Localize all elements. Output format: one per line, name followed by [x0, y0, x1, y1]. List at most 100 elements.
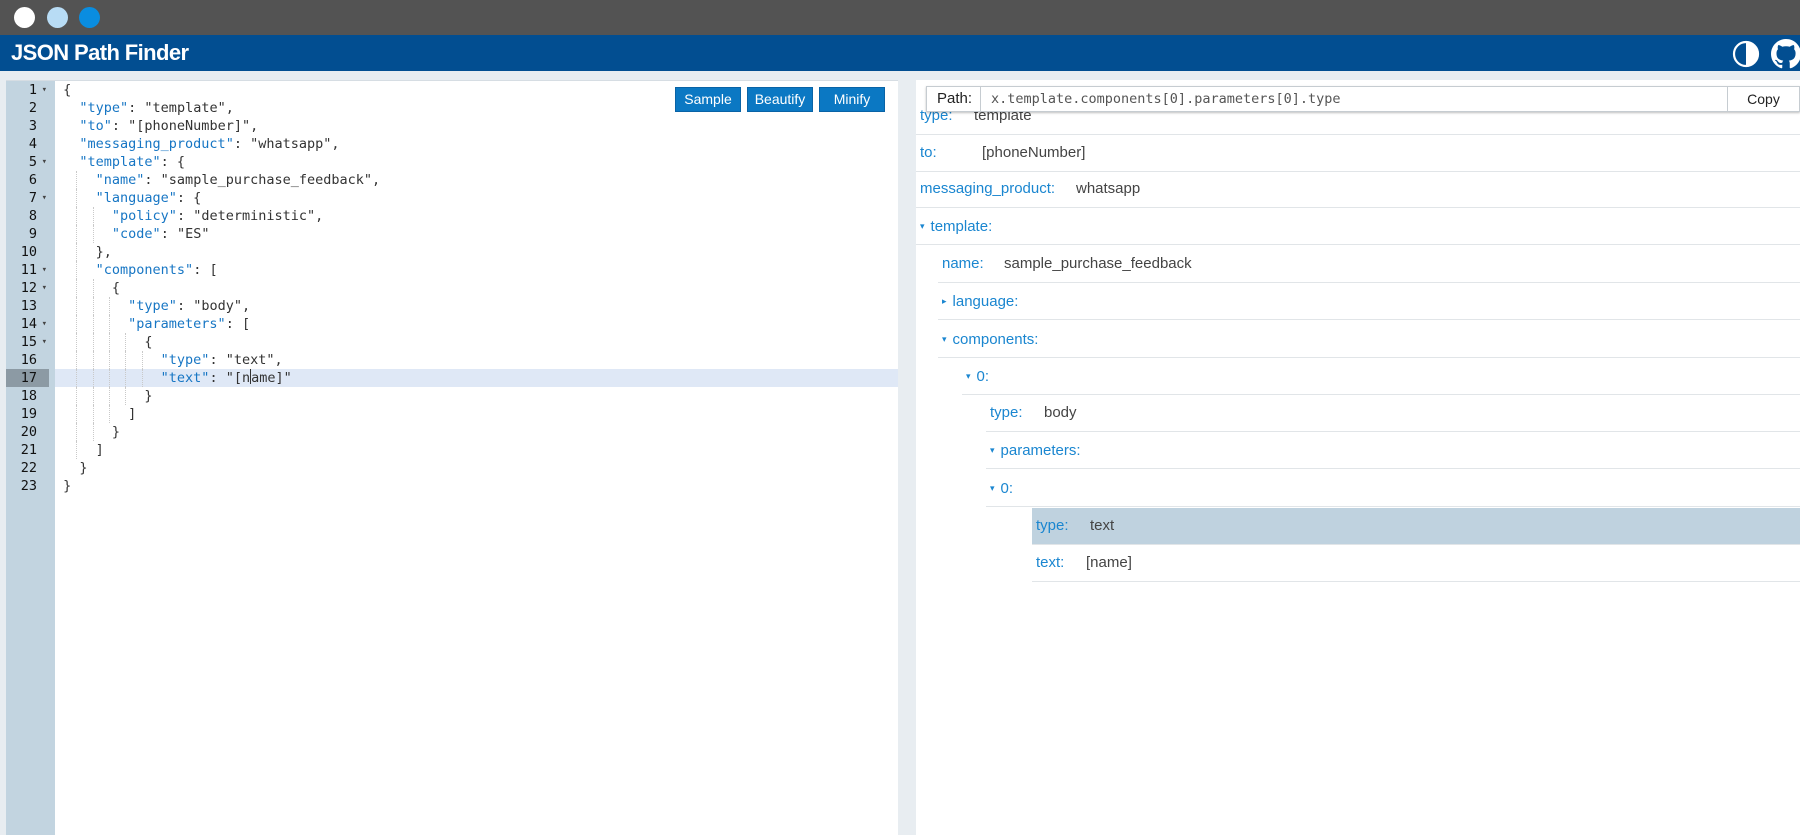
- code-line[interactable]: "parameters": [: [55, 315, 898, 333]
- code-line[interactable]: {: [55, 333, 898, 351]
- tree-node-key: template:: [930, 218, 993, 235]
- line-number: 11 ▾: [20, 261, 47, 279]
- code-line[interactable]: "code": "ES": [55, 225, 898, 243]
- tree-node[interactable]: ▾ 0:: [962, 358, 1800, 395]
- code-line[interactable]: }: [55, 477, 898, 495]
- indent-guide: [141, 369, 143, 387]
- copy-button[interactable]: Copy: [1728, 87, 1799, 111]
- tree-node[interactable]: to: [phoneNumber]: [916, 135, 1800, 172]
- indent-guide: [108, 297, 110, 315]
- line-number: 1 ▾: [28, 81, 47, 99]
- fold-toggle-icon[interactable]: ▾: [42, 153, 47, 171]
- indent-guide: [76, 189, 78, 207]
- indent-guide: [125, 387, 127, 405]
- indent-guide: [92, 423, 94, 441]
- tree-node[interactable]: type: body: [986, 395, 1800, 432]
- tree-node[interactable]: type: text: [1032, 508, 1800, 545]
- code-line[interactable]: "type": "text",: [55, 351, 898, 369]
- json-editor[interactable]: { "type": "template", "to": "[phoneNumbe…: [6, 80, 898, 835]
- indent-guide: [76, 225, 78, 243]
- indent-guide: [76, 351, 78, 369]
- window-minimize-dot[interactable]: [47, 7, 68, 28]
- line-number: 16: [20, 352, 37, 368]
- line-number: 17: [6, 369, 49, 387]
- indent-guide: [108, 351, 110, 369]
- window-titlebar: [0, 0, 1800, 35]
- code-line[interactable]: {: [55, 279, 898, 297]
- indent-guide: [76, 297, 78, 315]
- code-line[interactable]: "language": {: [55, 189, 898, 207]
- expand-arrow-icon[interactable]: ▸: [942, 296, 947, 306]
- line-number: 18: [20, 388, 37, 404]
- fold-toggle-icon[interactable]: ▾: [42, 333, 47, 351]
- contrast-toggle-icon[interactable]: [1732, 40, 1760, 68]
- indent-guide: [76, 405, 78, 423]
- tree-node[interactable]: ▾ components:: [938, 321, 1800, 358]
- collapse-arrow-icon[interactable]: ▾: [942, 334, 947, 344]
- code-line[interactable]: "type": "body",: [55, 297, 898, 315]
- line-number: 19: [20, 406, 37, 422]
- code-line[interactable]: "text": "[name]": [55, 369, 898, 387]
- line-number: 5 ▾: [28, 153, 47, 171]
- tree-node[interactable]: messaging_product: whatsapp: [916, 171, 1800, 208]
- window-close-dot[interactable]: [14, 7, 35, 28]
- tree-node-key: text:: [1036, 554, 1065, 571]
- tree-node[interactable]: text: [name]: [1032, 545, 1800, 582]
- collapse-arrow-icon[interactable]: ▾: [990, 483, 995, 493]
- code-line[interactable]: },: [55, 243, 898, 261]
- fold-toggle-icon[interactable]: ▾: [42, 81, 47, 99]
- tree-node-key: 0:: [976, 368, 990, 385]
- code-line[interactable]: }: [55, 423, 898, 441]
- indent-guide: [76, 243, 78, 261]
- indent-guide: [108, 369, 110, 387]
- collapse-arrow-icon[interactable]: ▾: [920, 221, 925, 231]
- line-number: 23: [20, 478, 37, 494]
- indent-guide: [76, 333, 78, 351]
- line-number: 3: [28, 118, 37, 134]
- indent-guide: [92, 351, 94, 369]
- fold-toggle-icon[interactable]: ▾: [42, 189, 47, 207]
- code-line[interactable]: "name": "sample_purchase_feedback",: [55, 171, 898, 189]
- indent-guide: [92, 333, 94, 351]
- app-header: JSON Path Finder: [0, 35, 1800, 71]
- github-icon[interactable]: [1771, 39, 1800, 69]
- minify-button[interactable]: Minify: [819, 87, 885, 112]
- tree-node[interactable]: ▾ template:: [916, 208, 1800, 245]
- line-number: 12 ▾: [20, 279, 47, 297]
- code-line[interactable]: ]: [55, 441, 898, 459]
- code-line[interactable]: "components": [: [55, 261, 898, 279]
- fold-toggle-icon[interactable]: ▾: [42, 261, 47, 279]
- window-maximize-dot[interactable]: [79, 7, 100, 28]
- path-input[interactable]: x.template.components[0].parameters[0].t…: [980, 87, 1728, 111]
- tree-node-key: 0:: [1000, 480, 1014, 497]
- tree-node[interactable]: ▾ parameters:: [986, 432, 1800, 469]
- fold-toggle-icon[interactable]: ▾: [42, 315, 47, 333]
- line-number: 2: [28, 100, 37, 116]
- beautify-button[interactable]: Beautify: [747, 87, 813, 112]
- code-line[interactable]: }: [55, 387, 898, 405]
- tree-node[interactable]: ▸ language:: [938, 283, 1800, 320]
- tree-node-value: whatsapp: [1076, 180, 1141, 197]
- code-area[interactable]: { "type": "template", "to": "[phoneNumbe…: [55, 81, 898, 835]
- indent-guide: [108, 315, 110, 333]
- sample-button[interactable]: Sample: [675, 87, 741, 112]
- path-bar: Path: x.template.components[0].parameter…: [926, 86, 1800, 112]
- indent-guide: [92, 279, 94, 297]
- indent-guide: [108, 387, 110, 405]
- tree-node[interactable]: ▾ 0:: [986, 470, 1800, 507]
- indent-guide: [92, 405, 94, 423]
- tree-node-key: to:: [920, 144, 937, 161]
- fold-toggle-icon[interactable]: ▾: [42, 279, 47, 297]
- tree-node-value: sample_purchase_feedback: [1004, 255, 1192, 272]
- tree-node[interactable]: name: sample_purchase_feedback: [938, 246, 1800, 283]
- code-line[interactable]: "messaging_product": "whatsapp",: [55, 135, 898, 153]
- tree-node-value: [phoneNumber]: [982, 144, 1086, 161]
- code-line[interactable]: }: [55, 459, 898, 477]
- collapse-arrow-icon[interactable]: ▾: [966, 371, 971, 381]
- code-line[interactable]: ]: [55, 405, 898, 423]
- code-line[interactable]: "to": "[phoneNumber]",: [55, 117, 898, 135]
- collapse-arrow-icon[interactable]: ▾: [990, 445, 995, 455]
- code-line[interactable]: "policy": "deterministic",: [55, 207, 898, 225]
- code-line[interactable]: "template": {: [55, 153, 898, 171]
- tree-node-key: type:: [990, 404, 1023, 421]
